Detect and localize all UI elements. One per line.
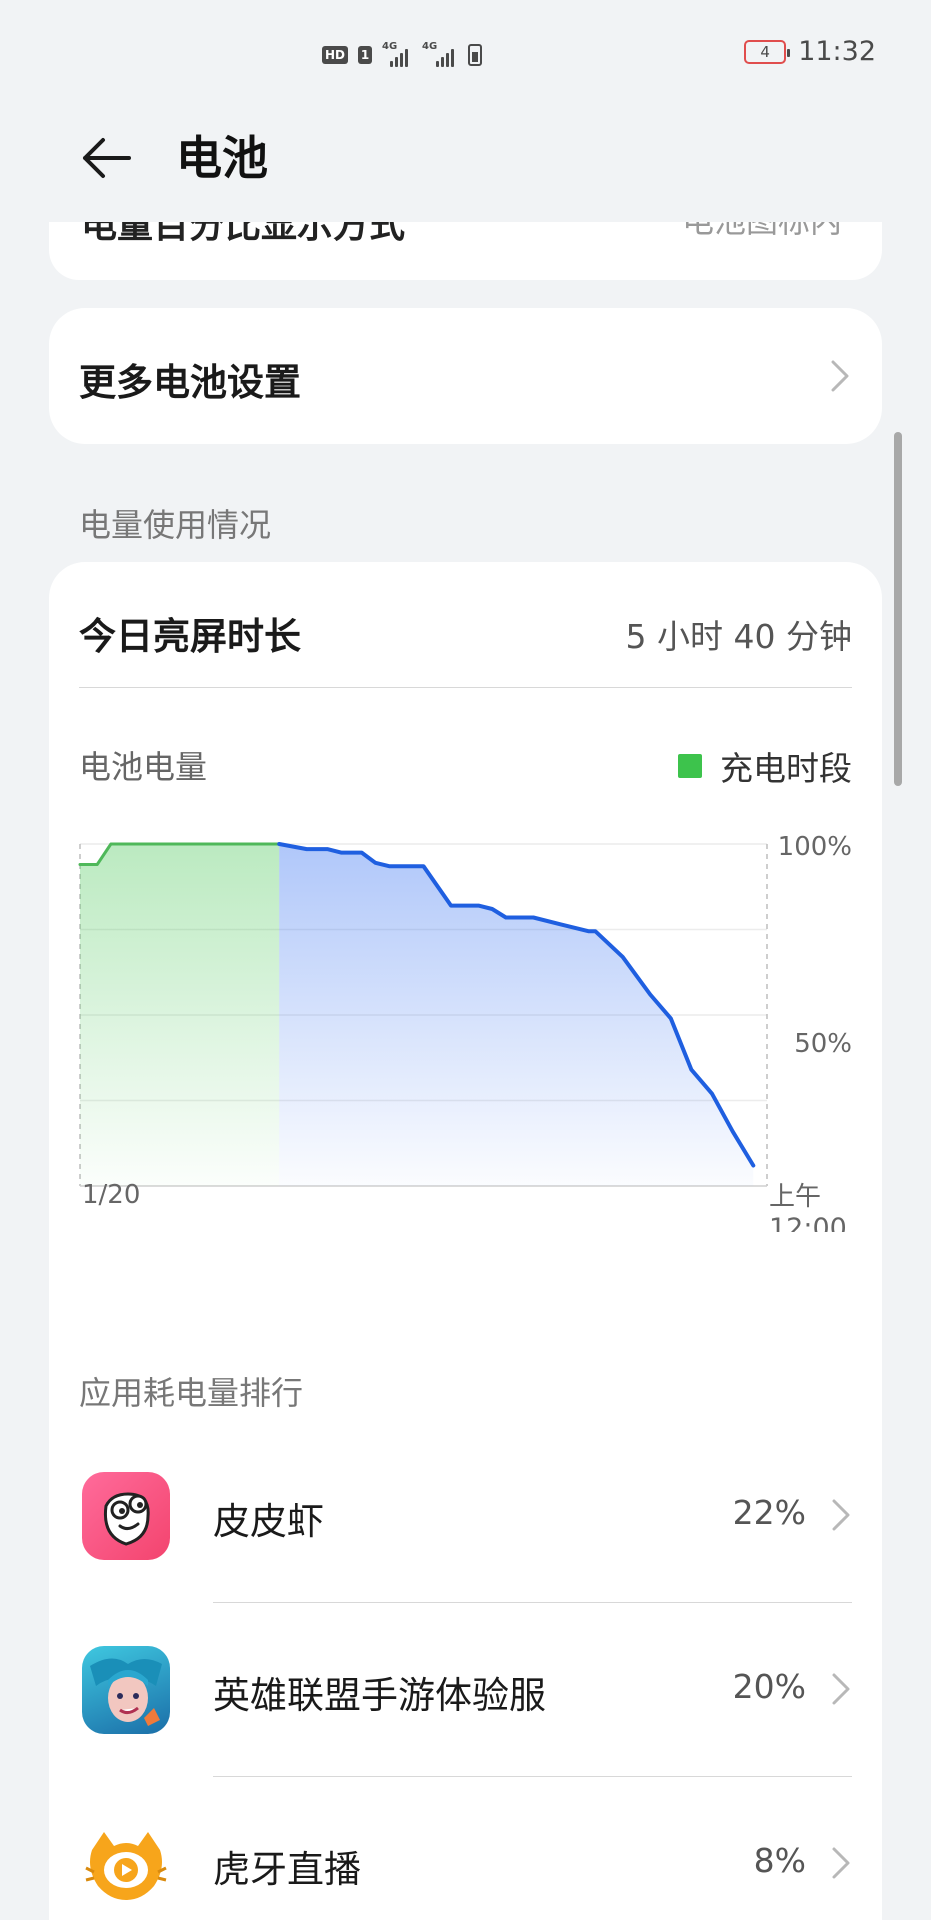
charging-legend-swatch (678, 754, 702, 778)
battery-percentage-label: 电量百分比显示方式 (81, 222, 406, 246)
charging-legend: 充电时段 (678, 742, 852, 790)
x-tick-start: 1/20 (82, 1180, 140, 1210)
battery-level-label: 电池电量 (79, 748, 208, 786)
chevron-right-icon (831, 360, 849, 392)
app-name: 皮皮虾 (213, 1500, 324, 1543)
back-button[interactable] (78, 130, 134, 186)
app-row-pipixia[interactable]: 皮皮虾 22% (49, 1429, 882, 1603)
divider (79, 687, 852, 688)
more-battery-settings-row[interactable]: 更多电池设置 (49, 308, 882, 444)
pipixia-app-icon (82, 1472, 170, 1560)
charging-area (80, 844, 280, 1186)
usage-section-title: 电量使用情况 (79, 506, 272, 544)
app-row-lol[interactable]: 英雄联盟手游体验服 20% (49, 1603, 882, 1777)
battery-percentage-row[interactable]: 电量百分比显示方式 电池图标内 (49, 222, 882, 280)
battery-level: 4 (760, 42, 770, 61)
page-title: 电池 (176, 131, 268, 185)
signal-icon-2: 4G (422, 41, 458, 67)
status-bar: HD 1 4G 4G 4 11:32 (0, 0, 931, 110)
status-right: 4 11:32 (744, 36, 876, 67)
battery-percentage-value: 电池图标内 (682, 222, 842, 242)
hd-badge: HD (322, 46, 349, 64)
more-battery-settings-label: 更多电池设置 (79, 361, 301, 404)
battery-chart[interactable]: 100% 50% 1/20 上午 12:00 (49, 812, 882, 1232)
status-indicators: HD 1 4G 4G (322, 40, 483, 70)
network-type-1: 4G (382, 41, 398, 52)
chevron-right-icon (832, 1847, 850, 1879)
chevron-right-icon (832, 1673, 850, 1705)
battery-settings-page: HD 1 4G 4G 4 11:32 电池 电量百分比显示方式 更多电池设置 电… (0, 0, 931, 1920)
x-tick-end-line2: 12:00 (769, 1213, 847, 1232)
x-tick-end-line1: 上午 (769, 1182, 821, 1212)
lol-app-icon (82, 1646, 170, 1734)
huya-app-icon (82, 1820, 170, 1908)
battery-alert-icon (468, 44, 483, 66)
screen-time-value: 5 小时 40 分钟 (625, 617, 852, 656)
ranking-title: 应用耗电量排行 (79, 1374, 304, 1412)
chevron-right-icon (832, 1499, 850, 1531)
signal-icon: 4G (382, 41, 412, 67)
clock: 11:32 (798, 36, 876, 67)
y-tick-50: 50% (794, 1029, 852, 1059)
app-name: 虎牙直播 (213, 1848, 361, 1891)
app-percent: 22% (732, 1493, 806, 1532)
y-tick-100: 100% (778, 832, 852, 862)
charging-legend-label: 充电时段 (720, 749, 852, 788)
back-arrow-icon (83, 138, 131, 178)
scrollbar[interactable] (894, 432, 902, 786)
screen-time-label: 今日亮屏时长 (79, 615, 301, 658)
app-row-huya[interactable]: 虎牙直播 8% (49, 1777, 882, 1920)
header: 电池 (0, 110, 931, 220)
app-name: 英雄联盟手游体验服 (213, 1674, 546, 1717)
battery-icon: 4 (744, 39, 791, 64)
app-percent: 8% (753, 1841, 806, 1880)
sim-badge: 1 (358, 46, 373, 64)
app-percent: 20% (732, 1667, 806, 1706)
network-type-2: 4G (422, 41, 438, 52)
